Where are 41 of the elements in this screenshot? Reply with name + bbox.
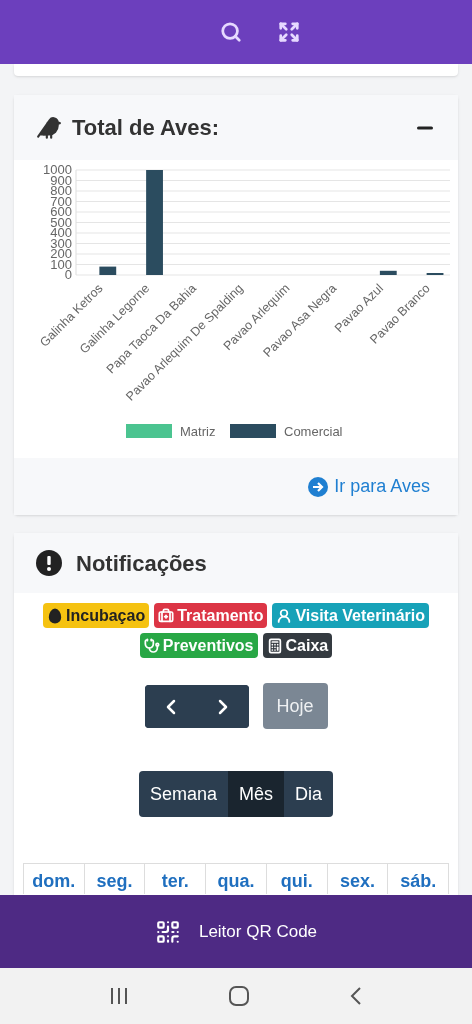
back-icon[interactable] xyxy=(349,987,362,1005)
bar xyxy=(99,266,117,275)
weekday-header: sáb. xyxy=(388,864,449,894)
medkit-icon xyxy=(158,607,175,624)
card-title: Notificações xyxy=(76,549,207,578)
weekday-header: qua. xyxy=(206,864,267,894)
axis-tick-label: 600 xyxy=(50,204,72,219)
bird-icon xyxy=(36,114,62,141)
stethoscope-icon xyxy=(143,637,160,654)
home-icon[interactable] xyxy=(229,986,249,1006)
recent-apps-icon[interactable] xyxy=(110,988,129,1004)
view-tab[interactable]: Semana xyxy=(138,771,228,817)
weekday-header: seg. xyxy=(84,864,146,894)
alert-icon xyxy=(36,550,62,576)
qr-code-icon[interactable] xyxy=(154,918,181,945)
legend-tag: Caixa xyxy=(262,633,333,658)
legend-tag: Visita Veterinário xyxy=(272,603,429,628)
search-icon[interactable] xyxy=(220,21,242,43)
legend-tag: Preventivos xyxy=(139,633,258,658)
legend-tag: Incubaçao xyxy=(43,603,150,628)
legend-tag: Tratamento xyxy=(154,603,268,628)
weekday-header: dom. xyxy=(24,864,85,894)
weekday-header: ter. xyxy=(145,864,207,894)
bottom-bar-label[interactable]: Leitor QR Code xyxy=(198,918,318,945)
bar xyxy=(379,270,397,275)
axis-tick-label: 0 xyxy=(64,267,72,282)
expand-icon[interactable] xyxy=(278,21,300,43)
view-tab[interactable]: Dia xyxy=(284,771,334,817)
axis-tick-label: 800 xyxy=(50,183,72,198)
weekday-header: qui. xyxy=(266,864,328,894)
legend-label: Comercial xyxy=(284,424,343,439)
weekday-header: sex. xyxy=(327,864,389,894)
axis-tick-label: 1000 xyxy=(43,162,72,177)
card-title: Total de Aves: xyxy=(72,114,220,142)
go-to-birds-link[interactable]: Ir para Aves xyxy=(308,473,430,500)
legend-label: Matriz xyxy=(180,424,216,439)
axis-tick-label: 400 xyxy=(50,225,72,240)
arrow-circle-icon xyxy=(308,476,329,497)
view-tab[interactable]: Mês xyxy=(228,771,284,817)
egg-icon xyxy=(47,607,64,624)
axis-tick-label: 200 xyxy=(50,246,72,261)
